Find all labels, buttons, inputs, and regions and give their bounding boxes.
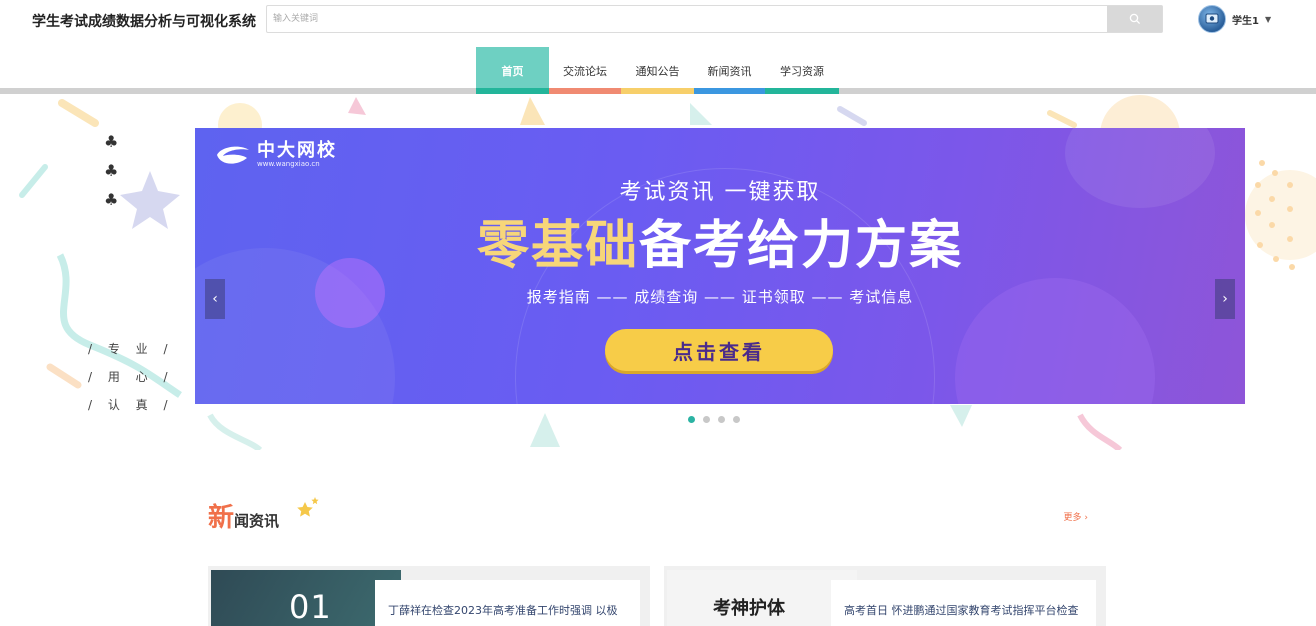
nav-item-label: 学习资源 <box>780 64 824 78</box>
brand-logo: 中大网校 www.wangxiao.cn <box>215 142 337 168</box>
nav-underline <box>621 88 694 94</box>
nav-item-news[interactable]: 新闻资讯 <box>694 47 765 94</box>
view-button[interactable]: 点击查看 <box>605 329 833 371</box>
news-card[interactable]: 01 丁薛祥在检查2023年高考准备工作时强调 以极 <box>208 566 650 626</box>
suit-icons: ♣ ♣ ♣ <box>104 127 118 214</box>
slide-subtitle: 考试资讯 一键获取 <box>619 180 821 205</box>
carousel-slide[interactable]: 中大网校 www.wangxiao.cn 考试资讯 一键获取 零基础备考给力方案… <box>195 128 1245 404</box>
nav-item-resources[interactable]: 学习资源 <box>765 47 839 94</box>
nav-item-label: 交流论坛 <box>563 64 607 78</box>
search-button[interactable] <box>1107 6 1162 32</box>
slogan: / 专 业 / <box>88 342 174 356</box>
news-heading-rest: 闻资讯 <box>234 512 280 530</box>
slide-steps: 报考指南 —— 成绩查询 —— 证书领取 —— 考试信息 <box>526 288 914 306</box>
slogan-list: / 专 业 / / 用 心 / / 认 真 / <box>88 335 174 419</box>
brand-logo-icon <box>217 146 249 164</box>
search-icon <box>1129 13 1140 25</box>
headline-highlight: 零基础 <box>476 216 639 276</box>
nav-item-label: 新闻资讯 <box>707 64 752 78</box>
carousel-dot[interactable] <box>733 416 740 423</box>
site-title: 学生考试成绩数据分析与可视化系统 <box>32 14 256 30</box>
logo-url: www.wangxiao.cn <box>257 160 320 168</box>
banner-section: ♣ ♣ ♣ / 专 业 / / 用 心 / / 认 真 / 中大网校 www.w… <box>0 95 1316 450</box>
nav-item-notice[interactable]: 通知公告 <box>621 47 694 94</box>
nav-item-forum[interactable]: 交流论坛 <box>549 47 621 94</box>
user-name[interactable]: 学生1 <box>1232 12 1259 27</box>
news-heading-first: 新 <box>208 503 235 533</box>
carousel-dot[interactable] <box>718 416 725 423</box>
caret-down-icon[interactable]: ▼ <box>1265 15 1271 24</box>
user-avatar-icon <box>1205 13 1219 24</box>
slogan: / 认 真 / <box>88 398 174 412</box>
top-header: 学生考试成绩数据分析与可视化系统 学生1 ▼ <box>0 0 1316 40</box>
carousel-indicators <box>688 416 740 423</box>
news-card[interactable]: 考神护体 高考首日 怀进鹏通过国家教育考试指挥平台检查 <box>664 566 1106 626</box>
prev-arrow-icon[interactable]: ‹ <box>205 279 225 319</box>
more-link[interactable]: 更多 › <box>1064 510 1088 523</box>
user-menu[interactable]: 学生1 ▼ <box>1198 5 1271 33</box>
nav-underline <box>549 88 621 94</box>
news-title[interactable]: 高考首日 怀进鹏通过国家教育考试指挥平台检查 <box>831 580 1096 626</box>
next-arrow-icon[interactable]: › <box>1215 279 1235 319</box>
club-icon: ♣ <box>104 190 119 209</box>
slide-headline: 零基础备考给力方案 <box>195 216 1245 276</box>
thumbnail-number: 01 <box>289 588 332 626</box>
news-thumbnail[interactable]: 01 <box>211 570 401 626</box>
nav-item-label: 首页 <box>501 64 524 78</box>
club-icon: ♣ <box>104 161 119 180</box>
nav-item-home[interactable]: 首页 <box>476 47 549 94</box>
logo-text: 中大网校 <box>257 140 337 161</box>
nav-underline <box>765 88 839 94</box>
slogan: / 用 心 / <box>88 370 174 384</box>
star-icon <box>297 497 319 517</box>
club-icon: ♣ <box>104 132 119 151</box>
thumbnail-caption: 考神护体 <box>713 598 785 619</box>
main-nav: 首页 交流论坛 通知公告 新闻资讯 学习资源 <box>0 47 1316 95</box>
nav-item-label: 通知公告 <box>635 64 680 78</box>
headline-rest: 备考给力方案 <box>639 216 964 276</box>
search-input[interactable] <box>267 6 1107 32</box>
nav-underline <box>476 88 549 94</box>
carousel-dot[interactable] <box>703 416 710 423</box>
carousel-dot[interactable] <box>688 416 695 423</box>
news-section-header: 新闻资讯 更多 › <box>208 497 1088 533</box>
nav-underline <box>694 88 765 94</box>
news-thumbnail[interactable]: 考神护体 <box>667 570 857 626</box>
avatar[interactable] <box>1198 5 1226 33</box>
search-bar <box>266 5 1163 33</box>
news-title[interactable]: 丁薛祥在检查2023年高考准备工作时强调 以极 <box>375 580 640 626</box>
